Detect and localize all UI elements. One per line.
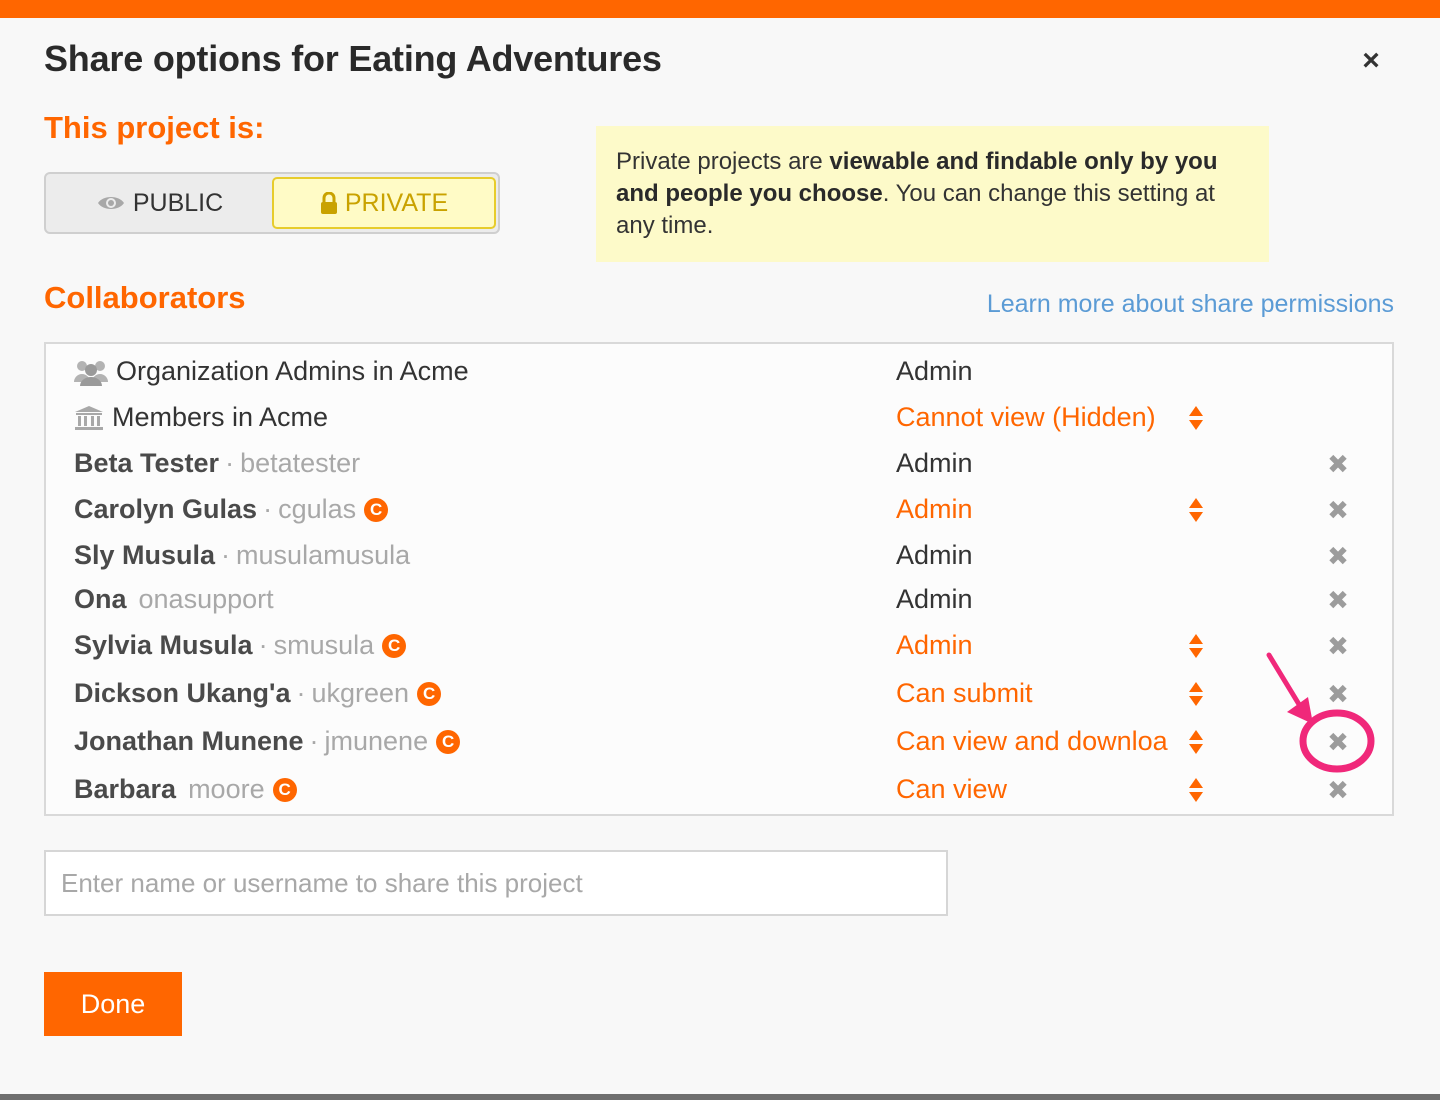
collaborator-row: Jonathan Munene · jmunene C Can view and do… [46, 720, 1392, 764]
collaborator-name-cell: Dickson Ukang'a · ukgreen C [74, 678, 442, 709]
top-accent-bar [0, 0, 1440, 18]
collaborator-row-group: Organization Admins in Acme Admin [46, 350, 1392, 394]
separator: · [258, 630, 268, 660]
collaborator-row: Dickson Ukang'a · ukgreen C Can submit ✖ [46, 672, 1392, 716]
remove-icon[interactable]: ✖ [1326, 680, 1350, 708]
user-username: onasupport [138, 584, 274, 614]
permission-value: Admin [896, 540, 973, 570]
collector-badge-icon: C [436, 729, 461, 754]
remove-icon[interactable]: ✖ [1326, 450, 1350, 478]
collaborator-row: Sly Musula · musulamusula Admin ✖ [46, 534, 1392, 578]
collaborator-name-cell: Sylvia Musula · smusula C [74, 630, 407, 661]
collaborator-name-cell: Sly Musula · musulamusula [74, 540, 410, 571]
collaborator-name-cell: Barbara moore C [74, 774, 297, 805]
collaborator-row: Carolyn Gulas · cgulas C Admin ✖ [46, 488, 1392, 532]
remove-icon[interactable]: ✖ [1326, 586, 1350, 614]
collaborator-name-cell: Members in Acme [74, 402, 328, 433]
collaborator-row-group: Members in Acme Cannot view (Hidden) [46, 396, 1392, 440]
user-fullname: Dickson Ukang'a [74, 678, 291, 708]
permission-value: Admin [896, 448, 973, 478]
permission-select[interactable]: Can view and downloa [896, 726, 1168, 757]
separator: · [296, 678, 306, 708]
eye-icon [97, 194, 125, 212]
sort-arrows-icon[interactable] [1186, 404, 1206, 432]
collaborators-heading: Collaborators [44, 280, 246, 315]
permission-select[interactable]: Admin [896, 630, 973, 661]
collaborator-name-cell: Organization Admins in Acme [74, 356, 469, 387]
share-search-input[interactable] [44, 850, 948, 916]
collaborator-name-cell: Beta Tester · betatester [74, 448, 360, 479]
permission-value: Admin [896, 584, 973, 614]
collector-badge-icon: C [272, 777, 297, 802]
privacy-note: Private projects are viewable and findab… [596, 126, 1269, 262]
user-username: betatester [240, 448, 361, 478]
group-name: Organization Admins in Acme [116, 356, 469, 386]
user-fullname: Sly Musula [74, 540, 216, 570]
sort-arrows-icon[interactable] [1186, 776, 1206, 804]
lock-icon [320, 192, 338, 214]
group-name: Members in Acme [112, 402, 329, 432]
close-icon[interactable]: × [1356, 44, 1386, 78]
collector-badge-icon: C [364, 497, 389, 522]
permission-select[interactable]: Cannot view (Hidden) [896, 402, 1156, 433]
visibility-heading: This project is: [44, 110, 265, 145]
user-username: cgulas [278, 494, 357, 524]
public-option[interactable]: PUBLIC [50, 177, 270, 229]
collaborator-name-cell: Ona onasupport [74, 584, 274, 615]
collaborators-list: Organization Admins in Acme Admin Member… [44, 342, 1394, 816]
private-option[interactable]: PRIVATE [272, 177, 496, 229]
separator: · [221, 540, 231, 570]
collaborator-row: Beta Tester · betatester Admin ✖ [46, 442, 1392, 486]
user-username: smusula [273, 630, 375, 660]
dialog-title: Share options for Eating Adventures [44, 38, 662, 79]
user-username: musulamusula [236, 540, 411, 570]
sort-arrows-icon[interactable] [1186, 632, 1206, 660]
remove-icon[interactable]: ✖ [1326, 728, 1350, 756]
public-label: PUBLIC [132, 188, 224, 217]
sort-arrows-icon[interactable] [1186, 496, 1206, 524]
sort-arrows-icon[interactable] [1186, 680, 1206, 708]
permission-select[interactable]: Admin [896, 494, 973, 525]
permission-select[interactable]: Can submit [896, 678, 1033, 709]
user-username: ukgreen [311, 678, 410, 708]
institution-icon [74, 405, 104, 431]
permission-select[interactable]: Can view [896, 774, 1007, 805]
collaborator-row: Sylvia Musula · smusula C Admin ✖ [46, 624, 1392, 668]
collaborator-row: Ona onasupport Admin ✖ [46, 578, 1392, 622]
user-username: jmunene [324, 726, 429, 756]
user-username: moore [188, 774, 265, 804]
separator: · [225, 448, 235, 478]
note-text-1: Private projects are [616, 148, 830, 175]
private-label: PRIVATE [344, 188, 449, 217]
user-fullname: Ona [74, 584, 127, 614]
done-button[interactable]: Done [44, 972, 182, 1036]
remove-icon[interactable]: ✖ [1326, 776, 1350, 804]
remove-icon[interactable]: ✖ [1326, 496, 1350, 524]
permission-value: Admin [896, 356, 973, 386]
collaborator-name-cell: Carolyn Gulas · cgulas C [74, 494, 389, 525]
collaborator-row: Barbara moore C Can view ✖ [46, 768, 1392, 812]
remove-icon[interactable]: ✖ [1326, 542, 1350, 570]
visibility-toggle: PUBLIC PRIVATE [44, 172, 500, 234]
collector-badge-icon: C [417, 681, 442, 706]
user-fullname: Beta Tester [74, 448, 220, 478]
bottom-bar [0, 1094, 1440, 1100]
separator: · [263, 494, 273, 524]
user-fullname: Sylvia Musula [74, 630, 253, 660]
collector-badge-icon: C [382, 633, 407, 658]
sort-arrows-icon[interactable] [1186, 728, 1206, 756]
collaborator-name-cell: Jonathan Munene · jmunene C [74, 726, 461, 757]
user-fullname: Jonathan Munene [74, 726, 304, 756]
user-fullname: Barbara [74, 774, 177, 804]
learn-more-link[interactable]: Learn more about share permissions [987, 290, 1394, 319]
user-fullname: Carolyn Gulas [74, 494, 258, 524]
separator: · [309, 726, 319, 756]
remove-icon[interactable]: ✖ [1326, 632, 1350, 660]
users-icon [74, 358, 108, 386]
